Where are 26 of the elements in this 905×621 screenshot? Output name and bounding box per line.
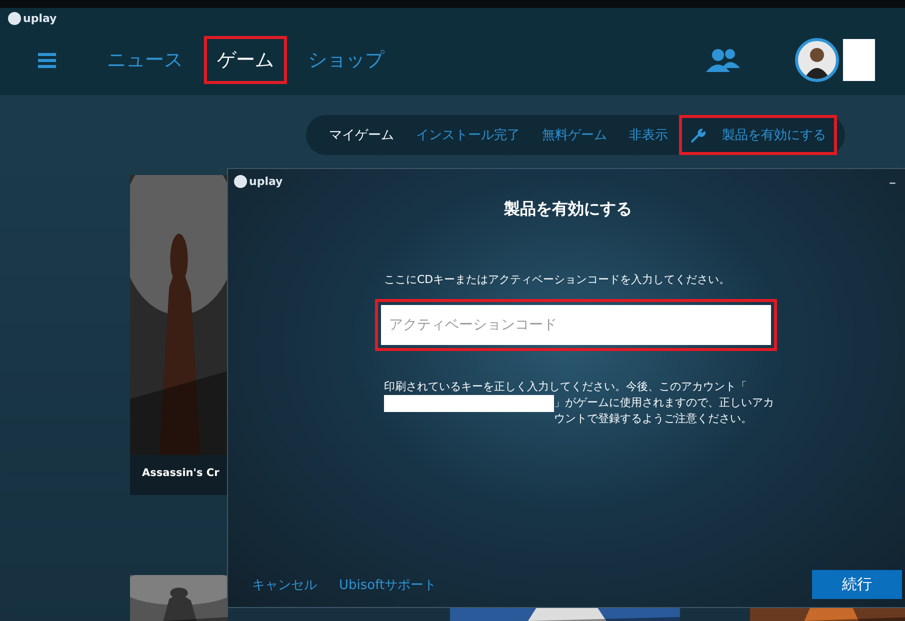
uplay-logo: uplay bbox=[8, 12, 57, 25]
filter-tab[interactable]: マイゲーム bbox=[318, 115, 405, 155]
prompt-text: ここにCDキーまたはアクティベーションコードを入力してください。 bbox=[384, 272, 732, 287]
filter-tab[interactable]: 非表示 bbox=[618, 115, 679, 155]
dialog-link[interactable]: キャンセル bbox=[252, 576, 317, 594]
game-title: Assassin's Cr bbox=[141, 466, 220, 479]
continue-button[interactable]: 続行 bbox=[812, 570, 902, 599]
filter-tab[interactable]: 無料ゲーム bbox=[531, 115, 618, 155]
game-card[interactable]: Assassin's Cr bbox=[130, 175, 228, 495]
filter-tab[interactable]: インストール完了 bbox=[405, 115, 531, 155]
dialog-title: 製品を有効にする bbox=[504, 199, 632, 220]
minimize-button[interactable]: – bbox=[889, 175, 896, 191]
nav-tab[interactable]: ニュース bbox=[94, 36, 196, 84]
activation-code-field[interactable]: アクティベーションコード bbox=[381, 305, 771, 345]
friends-icon[interactable] bbox=[706, 48, 740, 72]
notice-text: 」がゲームに使用されますので、正しいアカウントで登録するようご注意ください。 bbox=[554, 395, 775, 427]
wrench-icon bbox=[690, 127, 706, 143]
avatar[interactable] bbox=[795, 38, 839, 82]
redaction-bar bbox=[843, 39, 875, 81]
notice-text: 印刷されているキーを正しく入力してください。今後、このアカウント「 bbox=[384, 379, 748, 395]
nav-tab[interactable]: ゲーム bbox=[204, 36, 287, 84]
nav-tab[interactable]: ショップ bbox=[295, 36, 397, 84]
dialog-link[interactable]: Ubisoftサポート bbox=[339, 576, 437, 594]
menu-icon[interactable] bbox=[38, 52, 56, 68]
uplay-logo: uplay bbox=[234, 175, 283, 188]
activate-product-link[interactable]: 製品を有効にする bbox=[679, 115, 837, 155]
